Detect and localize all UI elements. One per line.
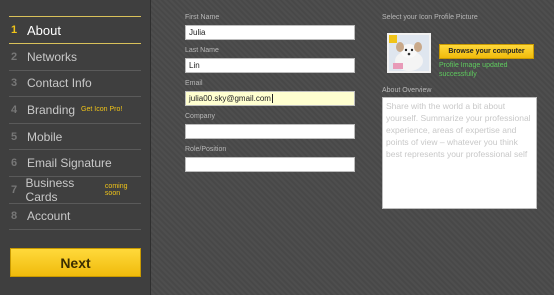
step-number: 1: [11, 24, 18, 36]
sidebar-item-label: Contact Info: [27, 76, 92, 91]
coming-soon-badge: coming soon: [104, 182, 128, 197]
upload-status: Profile Image updated successfully: [439, 62, 508, 78]
profile-form: First Name Julia Last Name Lin Email jul…: [185, 13, 357, 178]
step-number: 7: [11, 183, 18, 196]
next-button[interactable]: Next: [10, 248, 141, 277]
sidebar-item-about[interactable]: 1 About: [9, 16, 141, 44]
sidebar-item-label: Networks: [27, 49, 78, 64]
email-field[interactable]: julia00.sky@gmail.com: [185, 91, 355, 106]
role-field[interactable]: [185, 157, 355, 172]
first-name-label: First Name: [185, 14, 220, 21]
sidebar-item-account[interactable]: 8 Account: [9, 204, 141, 231]
sidebar-item-mobile[interactable]: 5 Mobile: [9, 124, 141, 151]
profile-picture-label: Select your Icon Profile Picture: [382, 14, 478, 21]
star-badge-icon: [389, 35, 397, 43]
step-number: 3: [11, 77, 18, 90]
sidebar-item-business-cards[interactable]: 7 Business Cards coming soon: [9, 175, 141, 204]
get-icon-pro-link[interactable]: Get Icon Pro!: [81, 106, 122, 113]
sidebar-item-email-signature[interactable]: 6 Email Signature: [9, 150, 141, 177]
role-label: Role/Position: [185, 146, 227, 153]
step-number: 8: [11, 210, 18, 223]
app-window: 1 About 2 Networks 3 Contact Info 4 Bran…: [0, 0, 554, 295]
first-name-value: Julia: [189, 28, 206, 37]
step-number: 6: [11, 157, 18, 170]
about-overview-label: About Overview: [382, 87, 432, 94]
about-placeholder: Share with the world a bit about yoursel…: [386, 101, 531, 159]
first-name-field[interactable]: Julia: [185, 25, 355, 40]
profile-picture-panel: Select your Icon Profile Picture Browse …: [382, 13, 540, 209]
about-overview-textarea[interactable]: Share with the world a bit about yoursel…: [382, 97, 537, 209]
last-name-value: Lin: [189, 61, 200, 70]
step-number: 2: [11, 50, 18, 63]
last-name-label: Last Name: [185, 47, 219, 54]
sidebar-item-contact-info[interactable]: 3 Contact Info: [9, 71, 141, 98]
company-label: Company: [185, 113, 215, 120]
sidebar-item-label: Business Cards: [25, 175, 75, 204]
step-number: 5: [11, 130, 18, 143]
sidebar-item-label: Branding: [27, 102, 76, 117]
sidebar-item-branding[interactable]: 4 Branding Get Icon Pro!: [9, 97, 141, 124]
sidebar-item-label: Mobile: [27, 129, 63, 144]
sidebar-item-networks[interactable]: 2 Networks: [9, 44, 141, 71]
step-number: 4: [11, 103, 18, 116]
sidebar: 1 About 2 Networks 3 Contact Info 4 Bran…: [0, 0, 151, 295]
sidebar-item-label: Account: [27, 209, 71, 224]
email-value: julia00.sky@gmail.com: [189, 94, 271, 103]
email-label: Email: [185, 80, 203, 87]
sidebar-item-label: Email Signature: [27, 156, 112, 171]
browse-computer-button[interactable]: Browse your computer: [439, 44, 534, 59]
sidebar-item-label: About: [27, 22, 61, 38]
text-caret: [271, 94, 273, 103]
company-field[interactable]: [185, 124, 355, 139]
sidebar-nav: 1 About 2 Networks 3 Contact Info 4 Bran…: [9, 16, 141, 231]
avatar: [387, 33, 431, 73]
last-name-field[interactable]: Lin: [185, 58, 355, 73]
